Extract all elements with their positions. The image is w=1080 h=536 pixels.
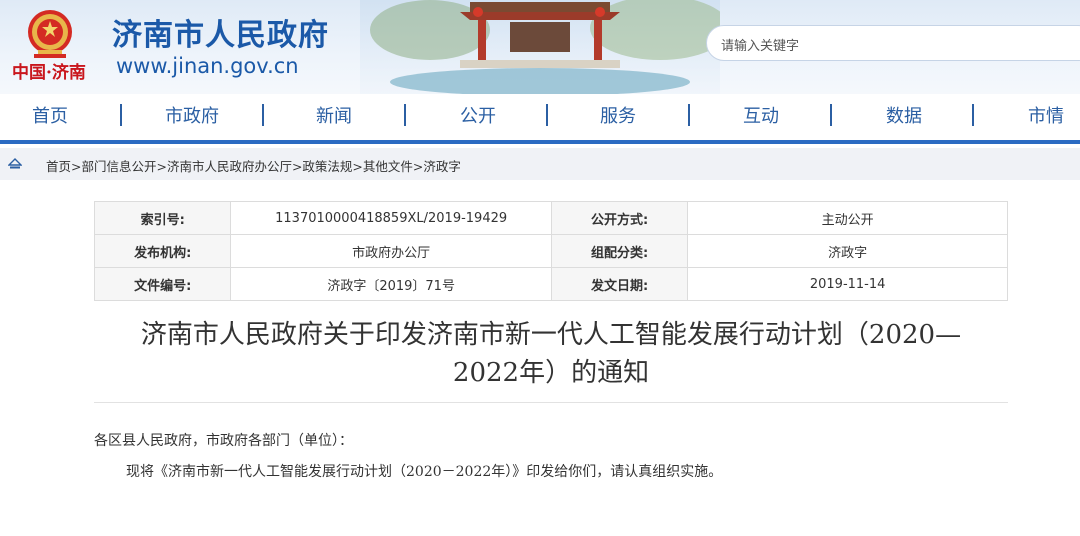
- document-meta-table: 索引号: 1137010000418859XL/2019-19429 公开方式:…: [93, 201, 1008, 301]
- table-row: 文件编号: 济政字〔2019〕71号 发文日期: 2019-11-14: [93, 267, 1008, 301]
- document-title-line: 济南市人民政府关于印发济南市新一代人工智能发展行动计划（2020—: [140, 320, 962, 350]
- nav-separator: [830, 104, 832, 126]
- breadcrumb-path[interactable]: 首页>部门信息公开>济南市人民政府办公厅>政策法规>其他文件>济政字: [46, 156, 461, 175]
- nav-separator: [688, 104, 690, 126]
- breadcrumb: 首页>部门信息公开>济南市人民政府办公厅>政策法规>其他文件>济政字: [0, 148, 1080, 180]
- main-nav: 首页 市政府 新闻 公开 服务 互动 数据 市情: [0, 94, 1080, 140]
- meta-label: 索引号:: [93, 201, 232, 235]
- site-url[interactable]: www.jinan.gov.cn: [116, 54, 299, 78]
- nav-separator: [262, 104, 264, 126]
- nav-item-data[interactable]: 数据: [886, 102, 922, 128]
- meta-value: 主动公开: [687, 201, 1008, 235]
- site-title[interactable]: 济南市人民政府: [112, 10, 329, 54]
- document-title: 济南市人民政府关于印发济南市新一代人工智能发展行动计划（2020— 2022年）…: [94, 316, 1008, 392]
- meta-value: 济政字〔2019〕71号: [230, 267, 552, 301]
- nav-separator: [972, 104, 974, 126]
- emblem-caption: 中国·济南: [12, 63, 86, 83]
- nav-separator: [546, 104, 548, 126]
- document-salutation: 各区县人民政府，市政府各部门（单位）：: [94, 433, 353, 449]
- nav-separator: [120, 104, 122, 126]
- nav-item-home[interactable]: 首页: [32, 102, 68, 128]
- meta-value: 1137010000418859XL/2019-19429: [230, 201, 552, 235]
- banner-pavilion-image: [360, 0, 720, 94]
- document-title-line: 2022年）的通知: [452, 358, 650, 388]
- nav-item-interaction[interactable]: 互动: [743, 102, 779, 128]
- site-header: 中国·济南 济南市人民政府 www.jinan.gov.cn 请输入关键字: [0, 0, 1080, 94]
- national-emblem-icon: [28, 10, 72, 58]
- table-row: 索引号: 1137010000418859XL/2019-19429 公开方式:…: [93, 201, 1008, 235]
- search-placeholder: 请输入关键字: [721, 39, 800, 54]
- divider: [94, 402, 1008, 403]
- nav-item-city-info[interactable]: 市情: [1028, 102, 1064, 128]
- nav-item-services[interactable]: 服务: [600, 102, 636, 128]
- nav-underline: [0, 140, 1080, 144]
- location-home-icon: [8, 158, 22, 169]
- nav-item-disclosure[interactable]: 公开: [460, 102, 496, 128]
- document-body: 现将《济南市新一代人工智能发展行动计划（2020－2022年）》印发给你们，请认…: [126, 464, 723, 480]
- nav-item-government[interactable]: 市政府: [165, 102, 219, 128]
- meta-label: 组配分类:: [550, 234, 689, 268]
- meta-value: 济政字: [687, 234, 1008, 268]
- meta-label: 发布机构:: [93, 234, 232, 268]
- meta-label: 公开方式:: [550, 201, 689, 235]
- nav-separator: [404, 104, 406, 126]
- meta-value: 市政府办公厅: [230, 234, 552, 268]
- nav-item-news[interactable]: 新闻: [316, 102, 352, 128]
- meta-value: 2019-11-14: [687, 267, 1008, 301]
- meta-label: 发文日期:: [550, 267, 689, 301]
- meta-label: 文件编号:: [93, 267, 232, 301]
- table-row: 发布机构: 市政府办公厅 组配分类: 济政字: [93, 234, 1008, 268]
- search-input[interactable]: 请输入关键字: [706, 25, 1080, 61]
